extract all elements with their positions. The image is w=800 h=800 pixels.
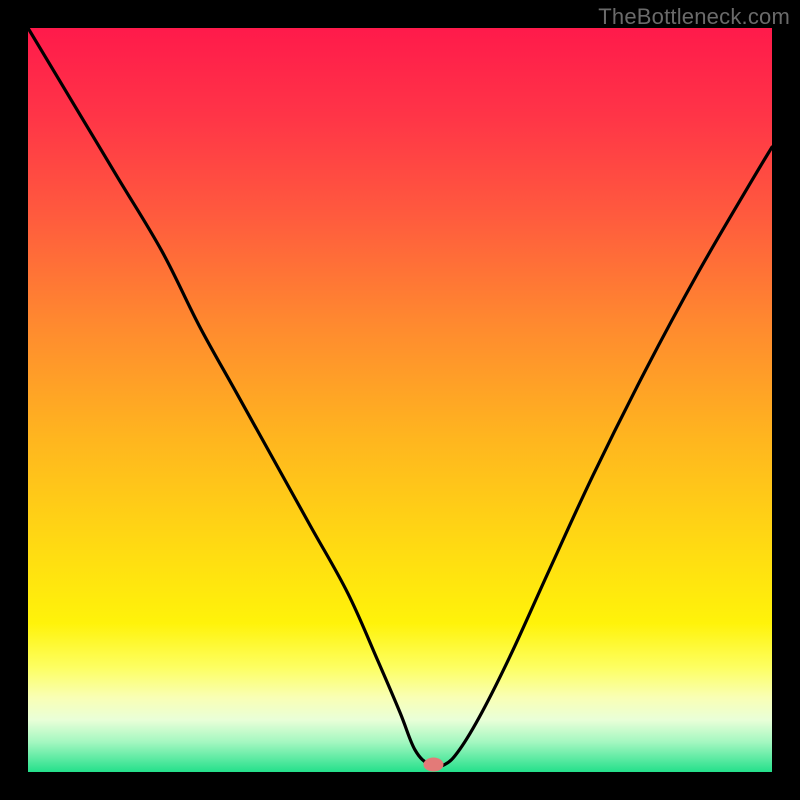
watermark-text: TheBottleneck.com xyxy=(598,4,790,30)
min-marker xyxy=(423,758,443,772)
plot-area xyxy=(28,28,772,772)
chart-frame: TheBottleneck.com xyxy=(0,0,800,800)
curve-layer xyxy=(28,28,772,772)
bottleneck-curve xyxy=(28,28,772,767)
